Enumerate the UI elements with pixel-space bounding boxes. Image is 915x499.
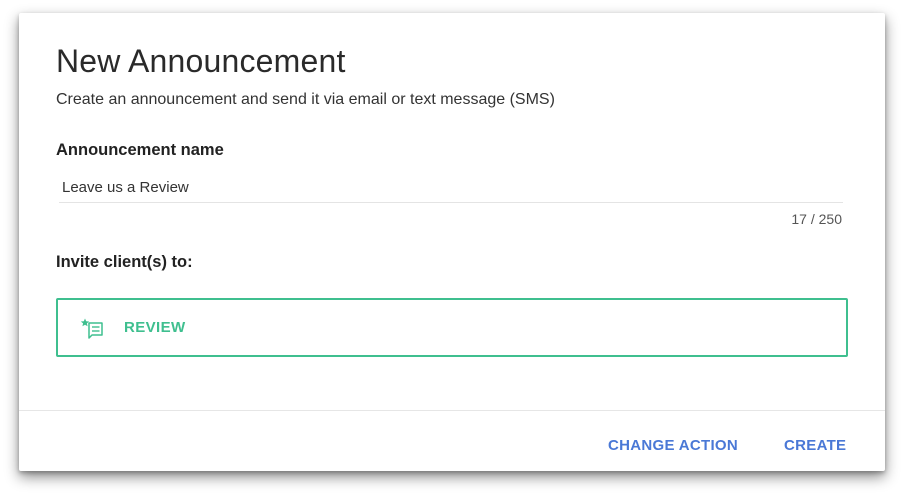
dialog-subtitle: Create an announcement and send it via e… [56, 91, 555, 108]
review-action-label: REVIEW [124, 319, 186, 336]
new-announcement-dialog: New Announcement Create an announcement … [19, 13, 885, 471]
announcement-name-label: Announcement name [56, 141, 224, 159]
page-background: New Announcement Create an announcement … [0, 0, 915, 499]
footer-divider [19, 410, 885, 411]
invite-clients-label: Invite client(s) to: [56, 253, 193, 271]
dialog-title: New Announcement [56, 43, 346, 79]
review-star-list-icon [80, 317, 104, 339]
character-counter: 17 / 250 [791, 211, 842, 227]
announcement-name-input[interactable] [59, 173, 843, 203]
create-button[interactable]: CREATE [782, 433, 848, 458]
change-action-button[interactable]: CHANGE ACTION [606, 433, 740, 458]
review-action-card[interactable]: REVIEW [56, 298, 848, 357]
